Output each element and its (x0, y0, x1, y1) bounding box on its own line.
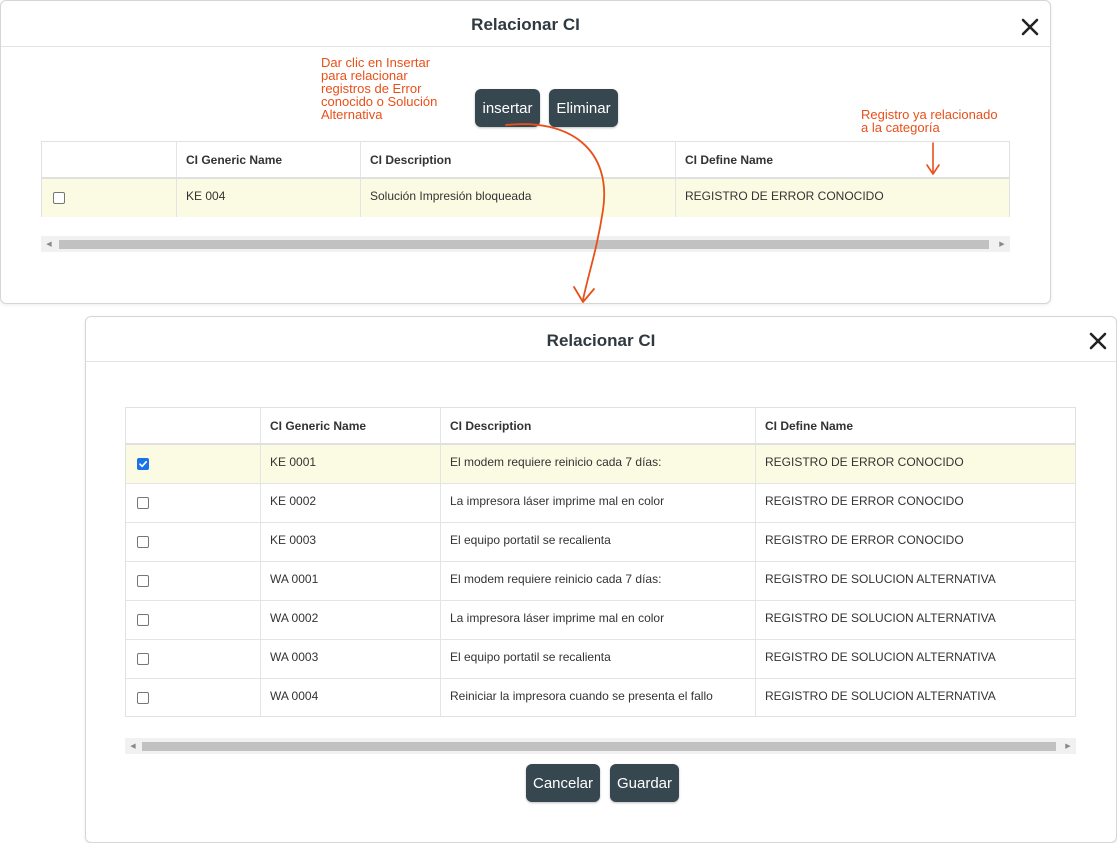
cell-description: El equipo portatil se recalienta (440, 523, 755, 561)
column-header-select (126, 408, 260, 443)
cell-description: Reiniciar la impresora cuando se present… (440, 679, 755, 717)
cell-generic-name: KE 0002 (260, 484, 440, 522)
insert-hint-annotation: Dar clic en Insertar para relacionar reg… (321, 55, 438, 122)
row-checkbox[interactable] (137, 692, 149, 704)
table-row[interactable]: KE 0003 El equipo portatil se recalienta… (126, 523, 1075, 562)
column-header-define-name[interactable]: CI Define Name (755, 408, 1077, 443)
scrollbar-thumb[interactable] (142, 742, 1056, 751)
row-checkbox[interactable] (137, 536, 149, 548)
column-header-description[interactable]: CI Description (440, 408, 755, 443)
cell-description: El modem requiere reinicio cada 7 días: (440, 445, 755, 483)
cell-define-name: REGISTRO DE ERROR CONOCIDO (675, 179, 1011, 217)
row-select-cell (126, 484, 260, 522)
table-row[interactable]: WA 0004 Reiniciar la impresora cuando se… (126, 679, 1075, 717)
table-row[interactable]: KE 0002 La impresora láser imprime mal e… (126, 484, 1075, 523)
checkmark-icon (139, 460, 148, 468)
insert-button[interactable]: insertar (475, 89, 540, 127)
cell-description: La impresora láser imprime mal en color (440, 601, 755, 639)
dialog-header: Relacionar CI (1, 1, 1050, 47)
cell-define-name: REGISTRO DE SOLUCION ALTERNATIVA (755, 562, 1077, 600)
row-select-cell (126, 523, 260, 561)
scroll-left-arrow-icon[interactable]: ◀ (125, 738, 141, 754)
cell-define-name: REGISTRO DE ERROR CONOCIDO (755, 484, 1077, 522)
row-select-cell (126, 679, 260, 717)
cell-generic-name: KE 0001 (260, 445, 440, 483)
save-button[interactable]: Guardar (610, 764, 679, 802)
table-row[interactable]: WA 0003 El equipo portatil se recalienta… (126, 640, 1075, 679)
table-row[interactable]: KE 004 Solución Impresión bloqueada REGI… (42, 179, 1009, 217)
cell-generic-name: WA 0003 (260, 640, 440, 678)
row-select-cell (126, 640, 260, 678)
cell-generic-name: WA 0002 (260, 601, 440, 639)
cell-generic-name: KE 004 (176, 179, 360, 217)
related-record-annotation: Registro ya relacionado a la categoría (861, 107, 998, 135)
scrollbar-thumb[interactable] (59, 240, 989, 249)
table-row[interactable]: WA 0001 El modem requiere reinicio cada … (126, 562, 1075, 601)
table-row[interactable]: KE 0001 El modem requiere reinicio cada … (126, 445, 1075, 484)
relate-ci-dialog-bottom: Relacionar CI CI Generic Name CI Descrip… (85, 316, 1117, 843)
horizontal-scrollbar[interactable]: ◀ ▶ (41, 236, 1010, 252)
column-header-define-name[interactable]: CI Define Name (675, 142, 1011, 177)
cell-description: El modem requiere reinicio cada 7 días: (440, 562, 755, 600)
scroll-left-arrow-icon[interactable]: ◀ (41, 236, 57, 252)
horizontal-scrollbar[interactable]: ◀ ▶ (125, 738, 1076, 754)
cell-generic-name: WA 0001 (260, 562, 440, 600)
related-ci-grid: CI Generic Name CI Description CI Define… (41, 141, 1010, 217)
cancel-button[interactable]: Cancelar (526, 764, 600, 802)
row-checkbox[interactable] (137, 497, 149, 509)
relate-ci-dialog-top: Relacionar CI insertar Eliminar CI Gener… (0, 0, 1051, 304)
cell-generic-name: KE 0003 (260, 523, 440, 561)
grid-header-row: CI Generic Name CI Description CI Define… (126, 408, 1075, 445)
cell-define-name: REGISTRO DE SOLUCION ALTERNATIVA (755, 679, 1077, 717)
delete-button[interactable]: Eliminar (549, 89, 618, 127)
scroll-right-arrow-icon[interactable]: ▶ (994, 236, 1010, 252)
column-header-select (42, 142, 176, 177)
cell-generic-name: WA 0004 (260, 679, 440, 717)
close-icon[interactable] (1087, 330, 1109, 352)
dialog-title: Relacionar CI (471, 15, 580, 34)
row-checkbox[interactable] (137, 575, 149, 587)
available-ci-grid: CI Generic Name CI Description CI Define… (125, 407, 1076, 717)
cell-define-name: REGISTRO DE ERROR CONOCIDO (755, 445, 1077, 483)
row-checkbox[interactable] (137, 458, 149, 470)
row-select-cell (126, 601, 260, 639)
scroll-right-arrow-icon[interactable]: ▶ (1060, 738, 1076, 754)
row-checkbox[interactable] (137, 614, 149, 626)
table-row[interactable]: WA 0002 La impresora láser imprime mal e… (126, 601, 1075, 640)
column-header-generic-name[interactable]: CI Generic Name (260, 408, 440, 443)
close-icon[interactable] (1019, 16, 1041, 38)
row-checkbox[interactable] (137, 653, 149, 665)
row-select-cell (42, 179, 176, 217)
cell-define-name: REGISTRO DE SOLUCION ALTERNATIVA (755, 640, 1077, 678)
cell-description: El equipo portatil se recalienta (440, 640, 755, 678)
row-select-cell (126, 445, 260, 483)
row-select-cell (126, 562, 260, 600)
dialog-header: Relacionar CI (86, 317, 1116, 362)
column-header-generic-name[interactable]: CI Generic Name (176, 142, 360, 177)
row-checkbox[interactable] (53, 192, 65, 204)
cell-define-name: REGISTRO DE SOLUCION ALTERNATIVA (755, 601, 1077, 639)
cell-description: La impresora láser imprime mal en color (440, 484, 755, 522)
column-header-description[interactable]: CI Description (360, 142, 675, 177)
cell-description: Solución Impresión bloqueada (360, 179, 675, 217)
dialog-title: Relacionar CI (546, 331, 656, 350)
cell-define-name: REGISTRO DE ERROR CONOCIDO (755, 523, 1077, 561)
grid-header-row: CI Generic Name CI Description CI Define… (42, 142, 1009, 179)
